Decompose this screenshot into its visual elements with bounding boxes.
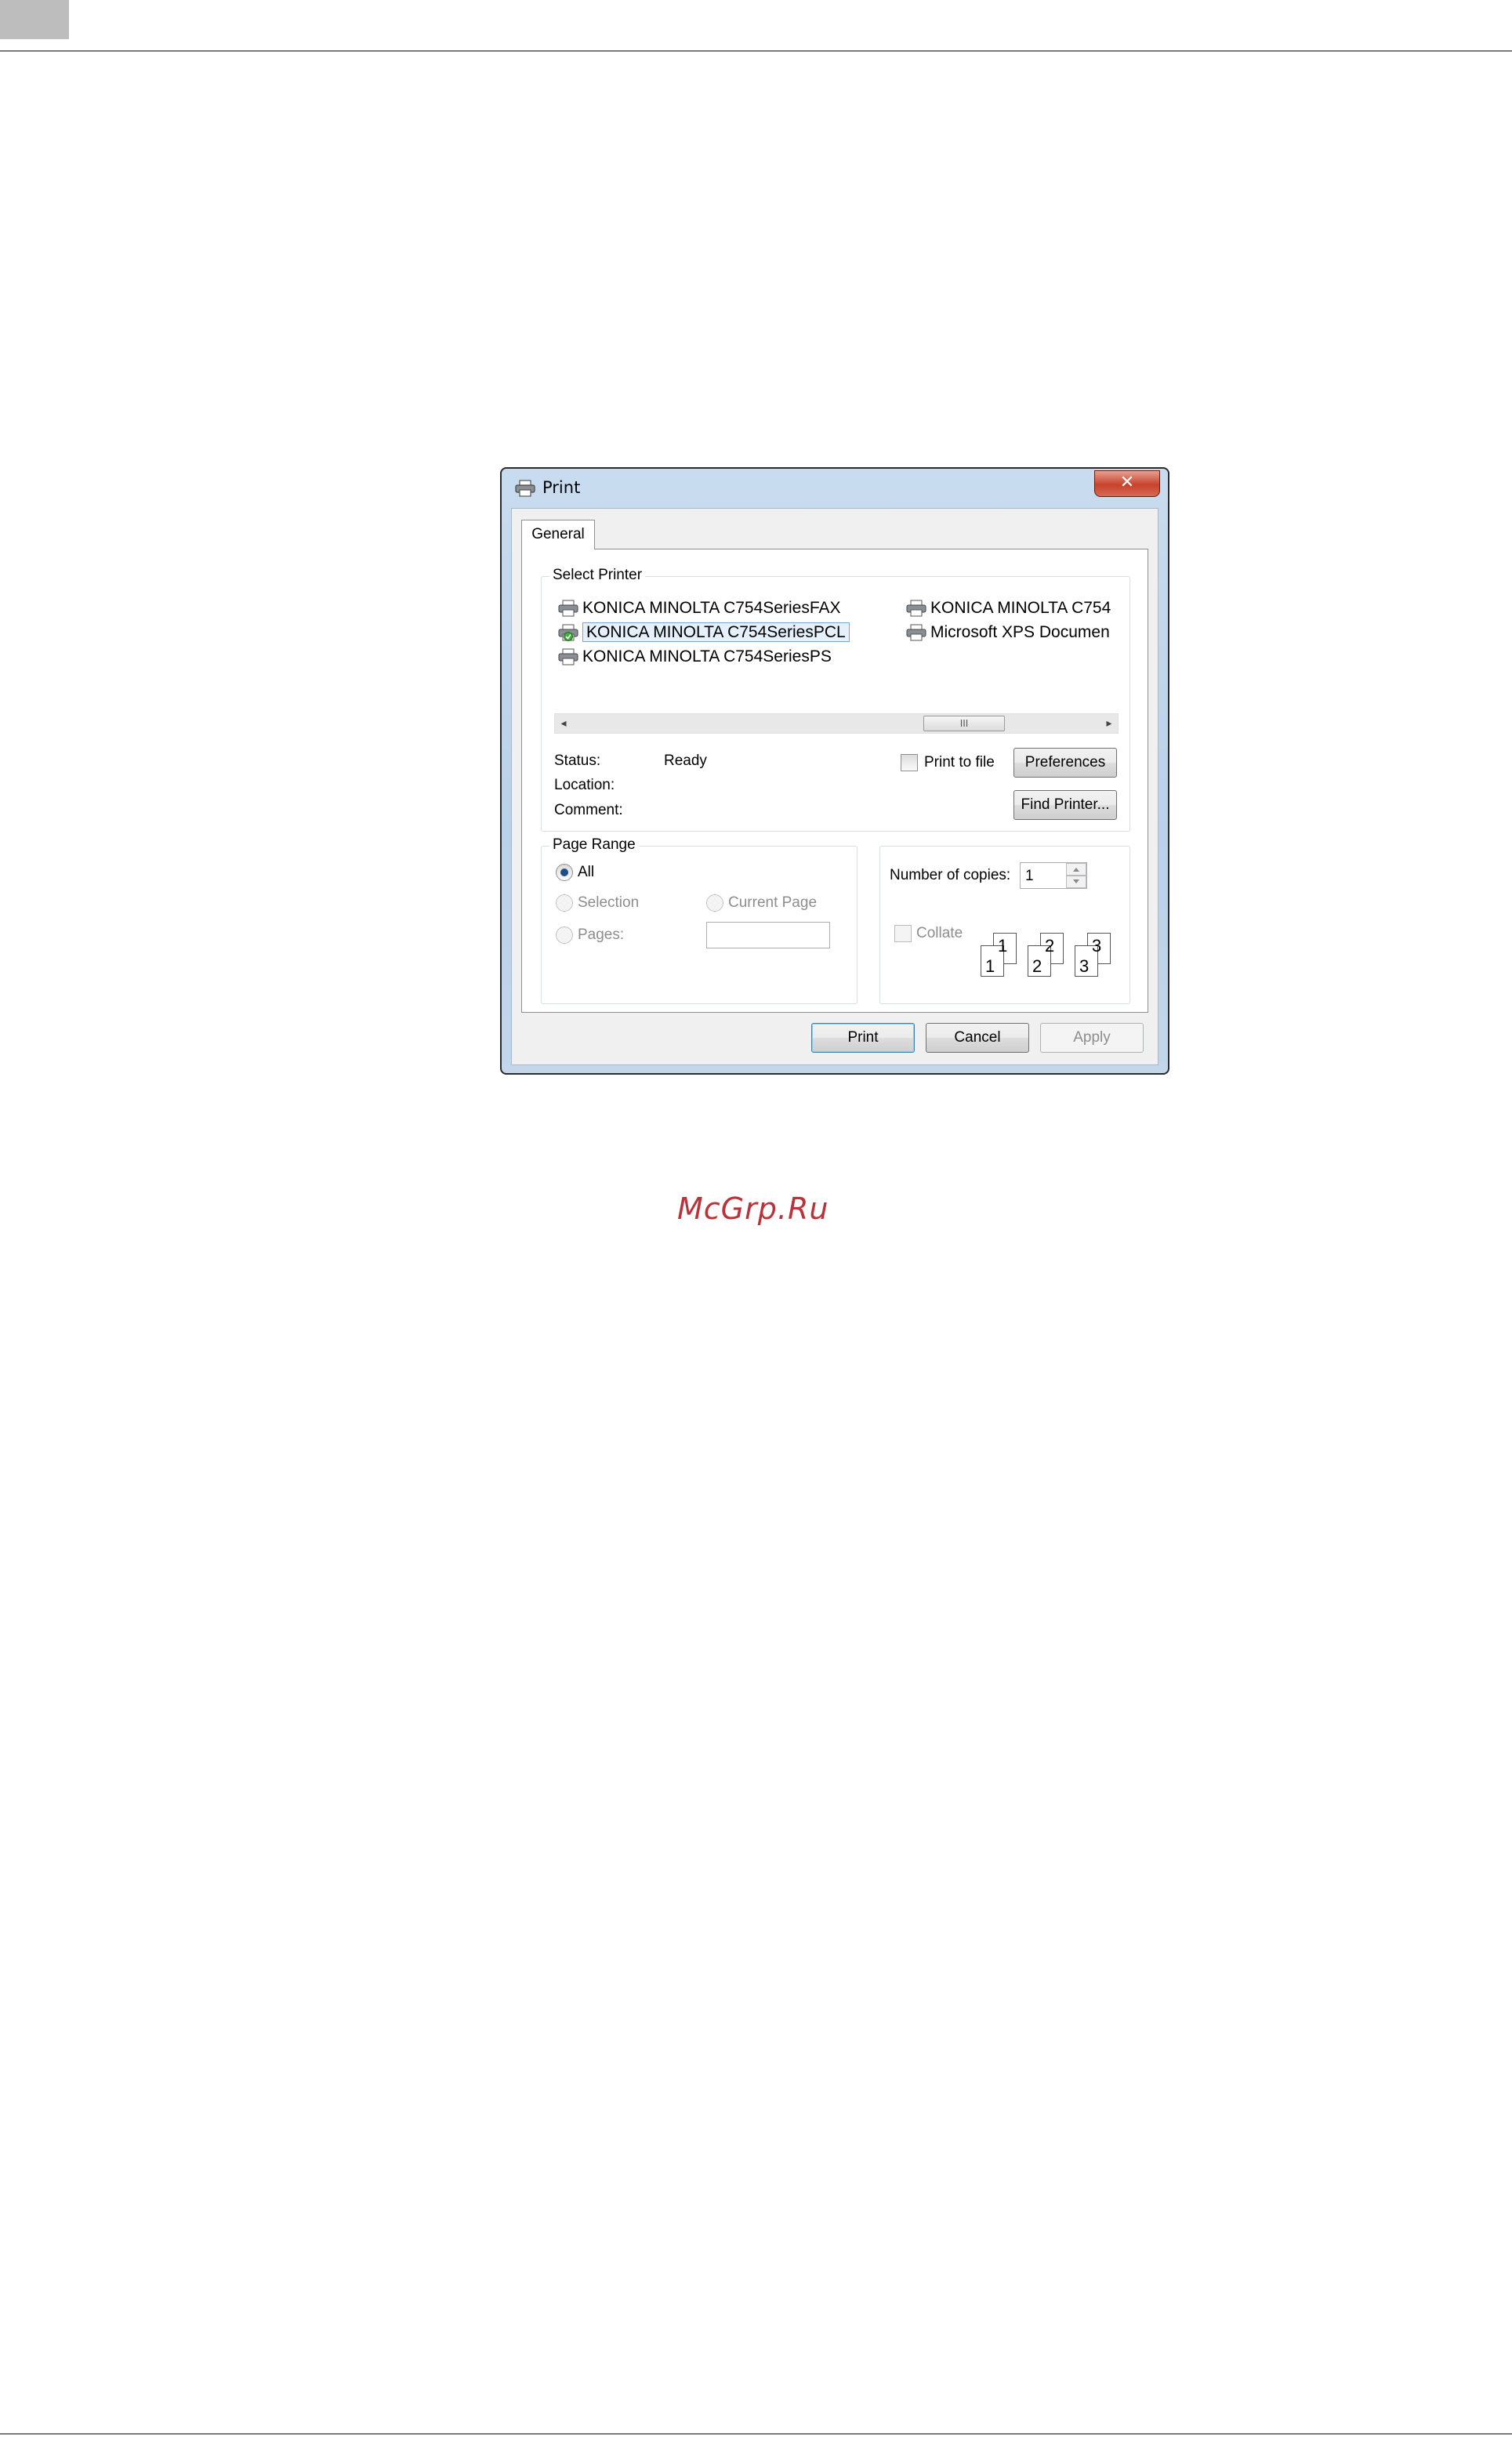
pages-radio[interactable] <box>556 927 573 944</box>
scroll-right-icon[interactable]: ▸ <box>1100 714 1118 733</box>
collate-checkbox[interactable] <box>894 925 912 942</box>
printer-name: KONICA MINOLTA C754SeriesFAX <box>582 599 841 617</box>
select-printer-group: Select Printer KONICA MINOLTA C754Series… <box>541 567 1130 832</box>
printer-item-fax[interactable]: KONICA MINOLTA C754SeriesFAX <box>557 597 841 619</box>
spinner-arrows-icon[interactable] <box>1066 863 1086 888</box>
header-rule <box>0 50 1512 52</box>
printer-item-ps[interactable]: KONICA MINOLTA C754SeriesPS <box>557 646 832 668</box>
collate-number: 2 <box>1045 936 1055 956</box>
general-tab-panel: Select Printer KONICA MINOLTA C754Series… <box>521 549 1148 1013</box>
footer-rule <box>0 2433 1512 2435</box>
printer-icon <box>558 600 578 617</box>
tab-general[interactable]: General <box>521 520 595 549</box>
print-to-file-checkbox[interactable] <box>901 754 918 771</box>
printer-icon <box>558 648 578 665</box>
page-range-label: Page Range <box>549 836 639 854</box>
print-button[interactable]: Print <box>811 1023 915 1053</box>
collate-number: 2 <box>1032 956 1042 976</box>
page-corner-marker <box>0 0 69 39</box>
status-label: Status: <box>554 752 601 769</box>
print-dialog: Print ✕ General Select Printer KONICA MI… <box>500 467 1169 1075</box>
collate-number: 3 <box>1092 936 1102 956</box>
selection-radio[interactable] <box>556 894 573 912</box>
scroll-thumb[interactable]: III <box>923 716 1005 731</box>
all-radio[interactable] <box>556 864 573 881</box>
current-page-radio[interactable] <box>706 894 723 912</box>
watermark-text: McGrp.Ru <box>677 1191 829 1226</box>
title-bar[interactable]: Print ✕ <box>502 469 1168 508</box>
printer-name: KONICA MINOLTA C754 <box>930 599 1111 617</box>
printer-name: Microsoft XPS Documen <box>930 623 1110 641</box>
printer-item-xps[interactable]: Microsoft XPS Documen <box>905 622 1119 644</box>
collate-number: 3 <box>1079 956 1090 976</box>
all-label: All <box>578 864 595 880</box>
status-value: Ready <box>664 752 707 769</box>
copies-label: Number of copies: <box>890 867 1011 883</box>
close-icon: ✕ <box>1119 473 1135 492</box>
close-button[interactable]: ✕ <box>1094 470 1160 497</box>
pages-input[interactable] <box>706 922 830 948</box>
collate-number: 1 <box>998 936 1008 956</box>
printer-icon <box>515 480 535 497</box>
print-to-file-label: Print to file <box>924 754 995 771</box>
current-page-label: Current Page <box>728 894 818 911</box>
copies-stepper[interactable]: 1 <box>1020 862 1087 889</box>
printer-list-scrollbar[interactable]: ◂ III ▸ <box>554 713 1119 734</box>
select-printer-label: Select Printer <box>549 567 646 584</box>
printer-icon <box>906 600 926 617</box>
scroll-left-icon[interactable]: ◂ <box>555 714 572 733</box>
printer-icon <box>906 624 926 641</box>
copies-value: 1 <box>1025 868 1034 884</box>
printer-default-icon <box>558 624 578 642</box>
dialog-title: Print <box>542 478 581 497</box>
copies-group: Number of copies: 1 Collate 1 1 2 2 3 3 <box>879 846 1130 1004</box>
find-printer-button[interactable]: Find Printer... <box>1013 790 1117 820</box>
collate-illustration: 1 1 2 2 3 3 <box>977 930 1123 985</box>
printer-name: KONICA MINOLTA C754SeriesPS <box>582 647 832 665</box>
dialog-client-area: General Select Printer KONICA MINOLTA C7… <box>511 508 1158 1065</box>
apply-button[interactable]: Apply <box>1040 1023 1144 1053</box>
printer-name: KONICA MINOLTA C754SeriesPCL <box>582 622 850 642</box>
cancel-button[interactable]: Cancel <box>926 1023 1029 1053</box>
pages-label: Pages: <box>578 927 625 943</box>
preferences-button[interactable]: Preferences <box>1013 748 1117 778</box>
collate-number: 1 <box>985 956 995 976</box>
comment-label: Comment: <box>554 802 623 818</box>
printer-item-c754[interactable]: KONICA MINOLTA C754 <box>905 597 1119 619</box>
printer-item-pcl[interactable]: KONICA MINOLTA C754SeriesPCL <box>557 622 850 644</box>
page-range-group: Page Range All Selection Current Page Pa… <box>541 836 858 1004</box>
collate-label: Collate <box>916 925 963 941</box>
location-label: Location: <box>554 777 615 793</box>
selection-label: Selection <box>578 894 640 911</box>
